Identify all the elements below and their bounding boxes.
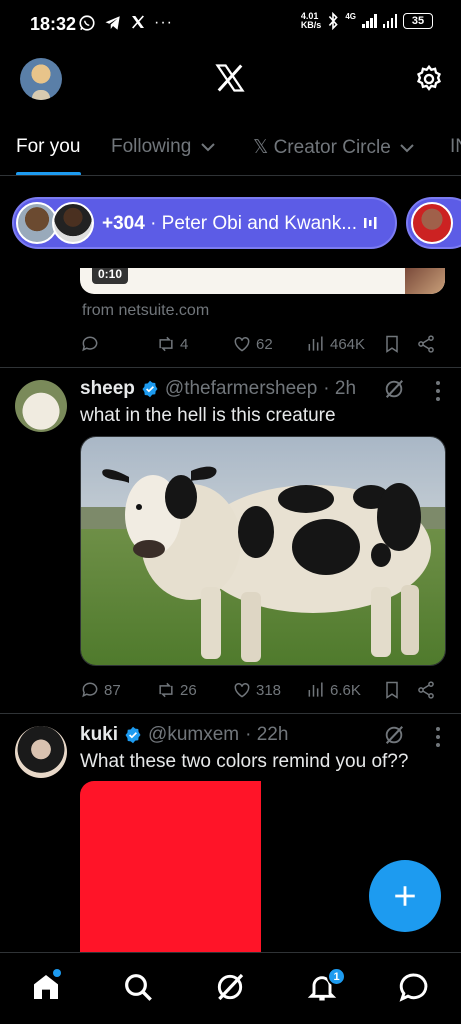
battery-icon: 35 (403, 13, 433, 29)
post-divider (0, 367, 461, 368)
bluetooth-icon (329, 12, 339, 30)
plus-icon (395, 886, 415, 906)
media-thumbnail (405, 268, 445, 294)
telegram-icon (105, 16, 120, 30)
repost-icon (159, 682, 173, 698)
x-small-icon (132, 15, 144, 29)
repost-button[interactable]: 4 (156, 334, 188, 354)
grok-icon[interactable] (214, 971, 246, 1003)
views-button[interactable]: 464K (306, 334, 365, 354)
network-type: 4G (345, 11, 356, 21)
reply-icon (82, 682, 98, 698)
tweet-author-line: kuki @kumxem · 22h (80, 724, 288, 746)
views-icon (308, 682, 323, 697)
status-time: 18:32 (30, 14, 77, 34)
gear-icon[interactable] (415, 65, 443, 93)
like-button[interactable]: 318 (232, 680, 281, 700)
tab-following[interactable]: Following (111, 136, 215, 158)
chevron-down-icon (200, 143, 215, 152)
heart-icon (234, 336, 250, 352)
bookmark-button[interactable] (382, 334, 402, 354)
more-notifications-icon: ··· (154, 14, 173, 31)
author-avatar[interactable] (15, 380, 67, 432)
home-unread-dot (53, 969, 61, 977)
status-notification-icons: ··· (78, 14, 173, 32)
net-speed: 4.01 KB/s (300, 11, 322, 30)
views-button[interactable]: 6.6K (306, 680, 361, 700)
like-button[interactable]: 62 (232, 334, 273, 354)
author-name[interactable]: kuki (80, 724, 118, 746)
share-button[interactable] (416, 334, 436, 354)
notification-count-badge: 1 (327, 967, 346, 986)
bookmark-icon (386, 335, 398, 353)
post-divider (0, 713, 461, 714)
live-space-pill[interactable]: +304 · Peter Obi and Kwank... (12, 197, 397, 249)
author-handle[interactable]: @thefarmersheep (165, 378, 317, 400)
share-button[interactable] (416, 680, 436, 700)
heart-icon (234, 682, 250, 698)
previous-post-actions: 4 62 464K (80, 334, 445, 358)
live-space-pill-next[interactable] (406, 197, 461, 249)
reply-icon (82, 336, 98, 352)
tweet-text: what in the hell is this creature (80, 405, 336, 426)
bookmark-button[interactable] (382, 680, 402, 700)
previous-post-media[interactable]: 0:10 (80, 268, 445, 294)
repost-icon (159, 336, 173, 352)
timeline-tabs: For you Following 𝕏 Creator Circle IN (0, 120, 461, 176)
reply-button[interactable]: 87 (80, 680, 121, 700)
verified-badge-icon (125, 726, 141, 744)
tweet-image-sheep[interactable] (80, 436, 446, 666)
tab-for-you[interactable]: For you (16, 136, 80, 158)
profile-avatar[interactable] (20, 58, 62, 100)
share-icon (418, 681, 434, 699)
tweet-actions: 87 26 318 6.6K (80, 680, 445, 704)
tweet-image-red[interactable] (80, 781, 261, 953)
bottom-navigation: 1 (0, 952, 461, 1024)
video-duration: 0:10 (92, 268, 129, 284)
tweet-author-line: sheep @thefarmersheep · 2h (80, 378, 356, 400)
share-icon (418, 335, 434, 353)
space-host-avatar (411, 202, 453, 244)
signal-1-icon (362, 14, 377, 28)
author-handle[interactable]: @kumxem (148, 724, 239, 746)
tweet-time: · 2h (323, 378, 357, 399)
app-header (0, 55, 461, 105)
search-icon[interactable] (122, 971, 154, 1003)
more-options-icon[interactable] (435, 380, 441, 402)
whatsapp-icon (79, 15, 95, 31)
sheep-photo (81, 437, 445, 665)
audio-bars-icon (364, 217, 377, 229)
space-cohost-avatar (52, 202, 94, 244)
chevron-down-icon (400, 144, 414, 153)
tab-creator-circle[interactable]: 𝕏 Creator Circle (253, 136, 414, 159)
views-icon (308, 336, 323, 351)
bookmark-icon (386, 681, 398, 699)
x-logo-icon[interactable] (214, 63, 246, 93)
signal-2-icon (382, 14, 397, 28)
status-bar: 18:32 ··· 4.01 KB/s 4G 35 (0, 0, 461, 50)
reply-button[interactable] (80, 334, 100, 354)
grok-icon[interactable] (383, 378, 405, 400)
status-right: 4.01 KB/s 4G 35 (301, 12, 433, 30)
repost-button[interactable]: 26 (156, 680, 197, 700)
space-title: +304 · Peter Obi and Kwank... (102, 213, 358, 234)
tweet-text: What these two colors remind you of?? (80, 751, 409, 772)
tweet-time: · 22h (245, 724, 289, 745)
grok-icon[interactable] (383, 724, 405, 746)
compose-button[interactable] (369, 860, 441, 932)
messages-icon[interactable] (398, 971, 430, 1003)
author-name[interactable]: sheep (80, 378, 135, 400)
more-options-icon[interactable] (435, 726, 441, 748)
tab-next[interactable]: IN (450, 136, 461, 158)
ad-source[interactable]: from netsuite.com (82, 302, 209, 320)
verified-badge-icon (142, 380, 158, 398)
active-tab-indicator (16, 172, 81, 175)
author-avatar[interactable] (15, 726, 67, 778)
